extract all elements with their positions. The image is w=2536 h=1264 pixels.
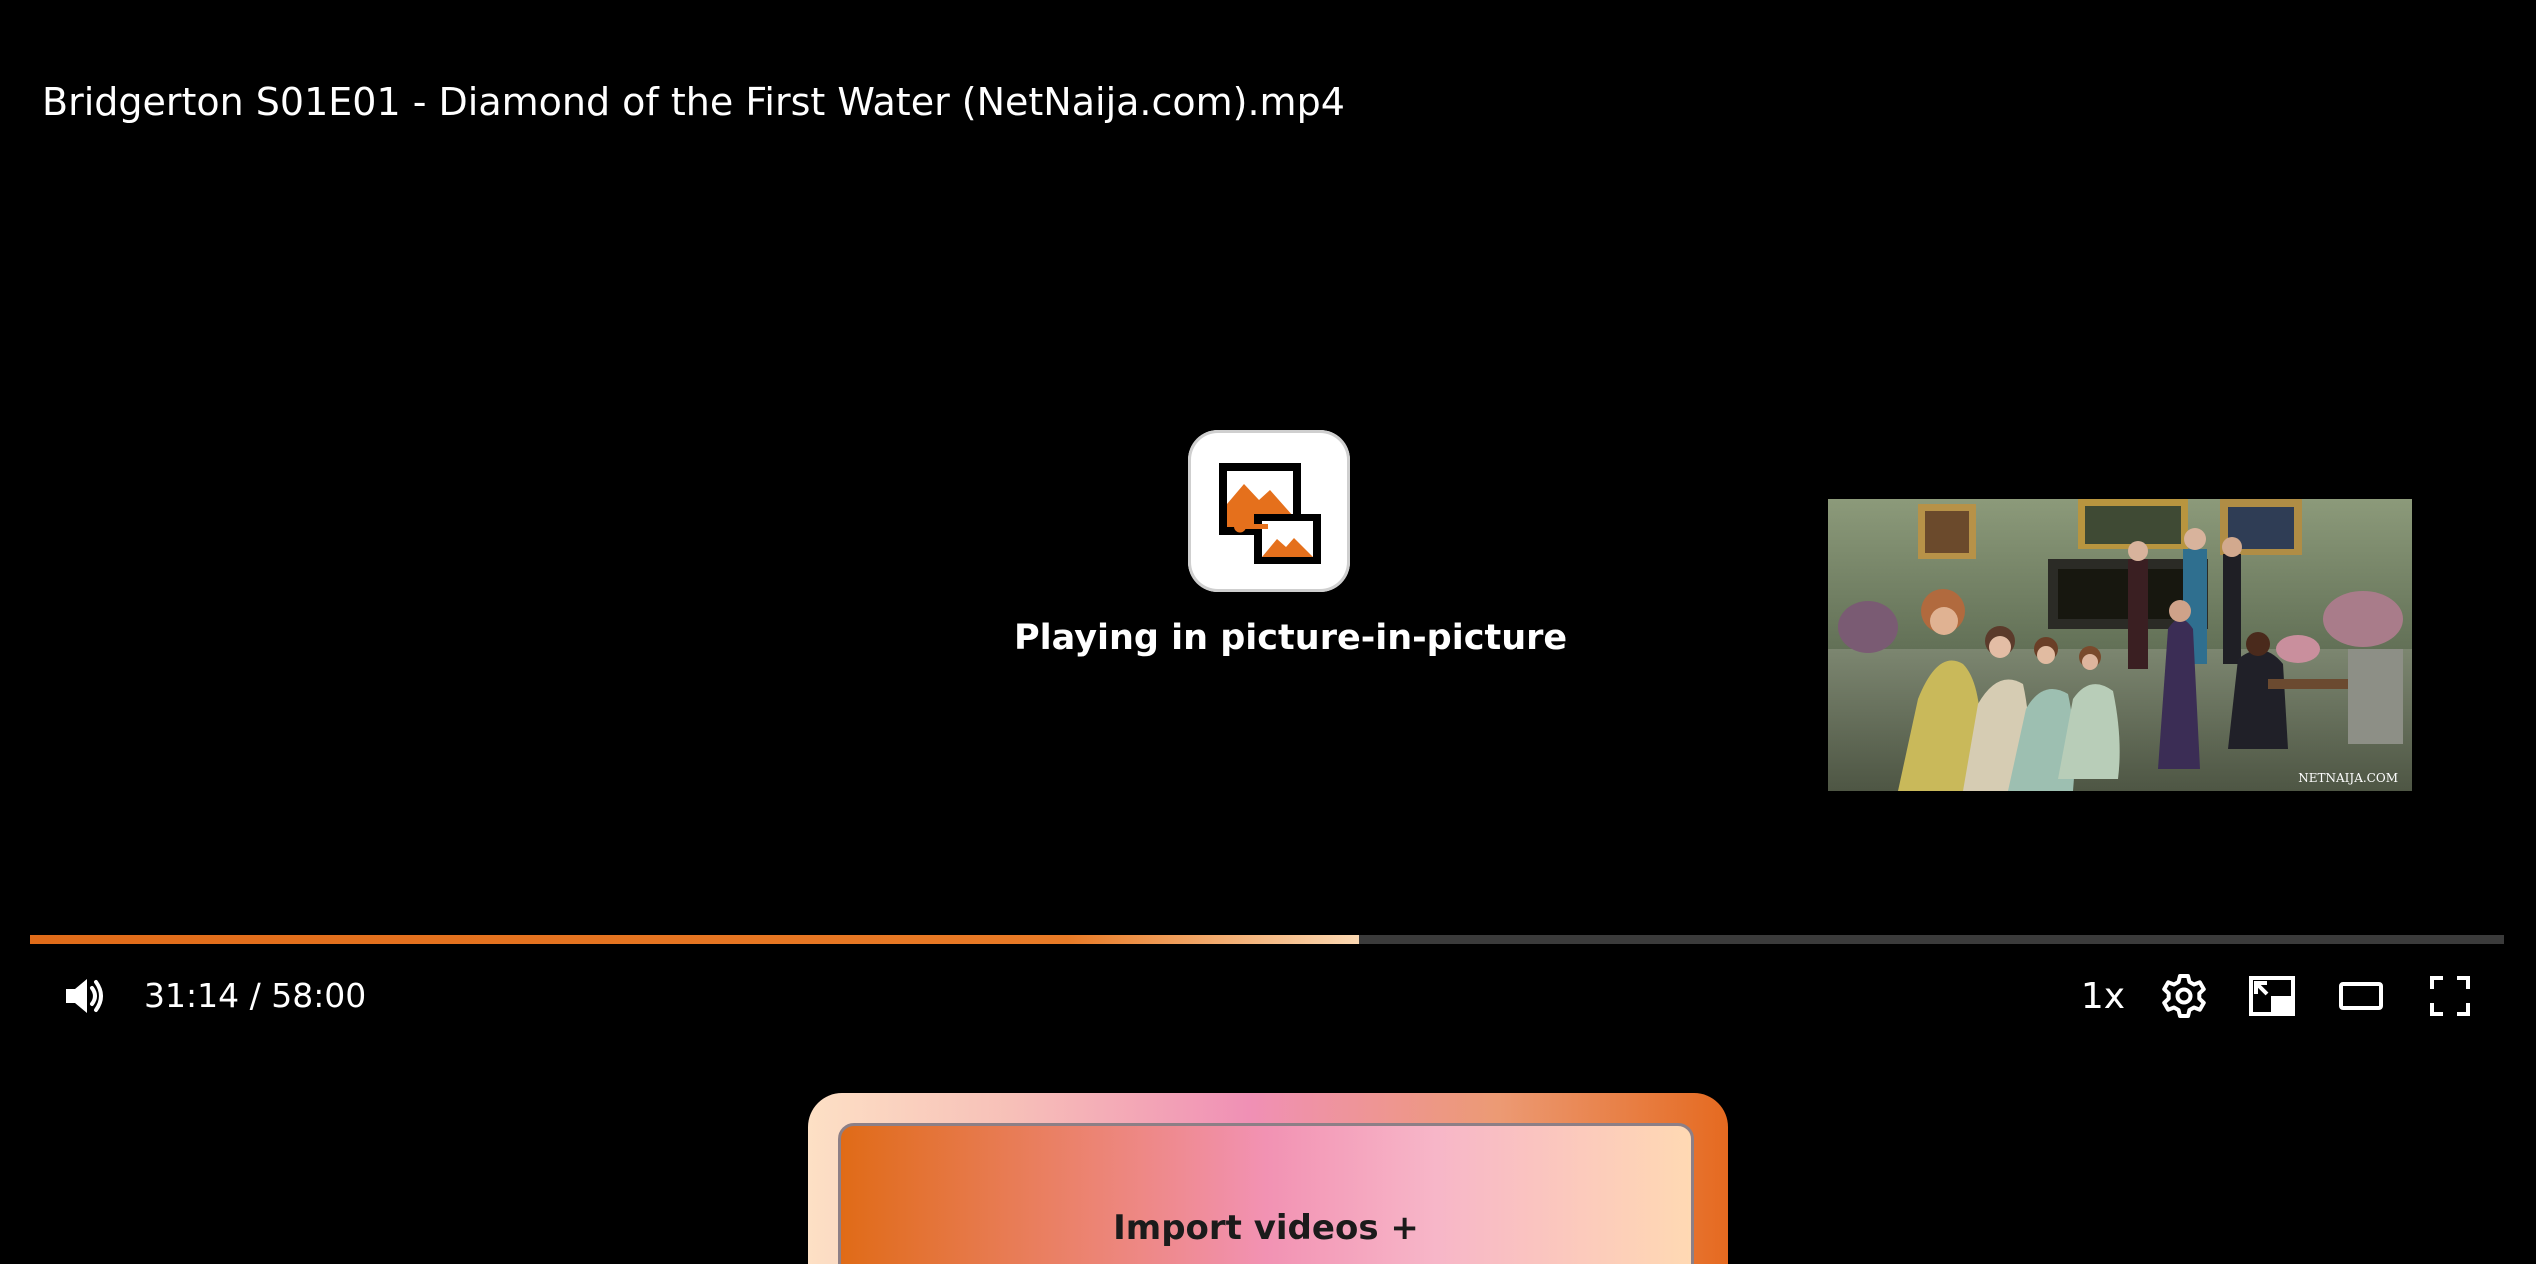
pip-video-thumbnail[interactable]: NETNAIJA.COM [1828,499,2412,791]
fullscreen-icon [2430,976,2470,1016]
volume-button[interactable] [52,968,116,1024]
picture-in-picture-exit-icon [2249,976,2295,1016]
seek-bar-played [30,935,1359,944]
video-title: Bridgerton S01E01 - Diamond of the First… [42,80,1345,124]
volume-icon [66,979,103,1013]
theater-mode-icon [2339,982,2383,1010]
playback-speed-button[interactable]: 1x [2068,968,2138,1024]
control-bar: 31:14 / 58:00 1x [0,960,2536,1032]
import-panel: Import videos + [808,1093,1728,1264]
settings-button[interactable] [2156,968,2212,1024]
pip-status-message: Playing in picture-in-picture [1014,618,1568,658]
seek-bar[interactable] [30,935,2504,944]
svg-text:NETNAIJA.COM: NETNAIJA.COM [2298,771,2398,785]
time-display: 31:14 / 58:00 [144,976,367,1015]
fullscreen-button[interactable] [2422,968,2478,1024]
picture-in-picture-button[interactable] [2244,968,2300,1024]
theater-mode-button[interactable] [2333,968,2389,1024]
picture-in-picture-icon [1188,430,1350,592]
gear-icon [2162,974,2206,1018]
import-videos-button[interactable]: Import videos + [838,1123,1694,1264]
pip-overlay: Playing in picture-in-picture [1014,430,1568,662]
